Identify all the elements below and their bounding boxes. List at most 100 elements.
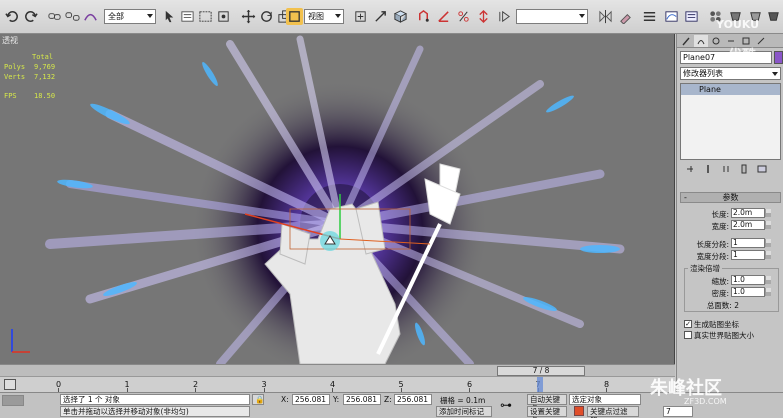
selection-status: 选择了 1 个 对象 bbox=[60, 394, 250, 405]
viewport-label[interactable]: 透视 bbox=[2, 35, 18, 46]
modify-tab-icon[interactable] bbox=[694, 35, 708, 47]
real-world-checkbox[interactable] bbox=[684, 331, 692, 339]
set-key-icon[interactable] bbox=[574, 406, 584, 416]
object-name-field[interactable]: Plane07 bbox=[680, 51, 772, 64]
fps-label: FPS bbox=[4, 92, 17, 100]
density-spinner[interactable]: 1.0 bbox=[731, 287, 771, 297]
x-label: X: bbox=[281, 395, 289, 404]
width-spinner[interactable]: 2.0m bbox=[731, 220, 771, 230]
auto-key-button[interactable]: 自动关键点 bbox=[527, 394, 567, 413]
mini-curve-editor-icon[interactable] bbox=[4, 379, 16, 390]
command-panel: Plane07 修改器列表 Plane - 参数 长度: 2.0m 宽度: 2.0… bbox=[676, 34, 783, 418]
reference-coord-value: 视图 bbox=[308, 12, 324, 21]
schematic-view-icon[interactable] bbox=[683, 8, 700, 25]
rect-selection-icon[interactable] bbox=[197, 8, 214, 25]
width-segs-label: 宽度分段: bbox=[696, 252, 729, 261]
width-label: 宽度: bbox=[711, 222, 729, 231]
grid-size-label: 栅格 = 0.1m bbox=[440, 396, 486, 405]
named-selection-dropdown[interactable] bbox=[516, 9, 588, 24]
link-icon[interactable] bbox=[46, 8, 63, 25]
y-coordinate-field[interactable]: 256.081 bbox=[343, 394, 381, 405]
hierarchy-tab-icon[interactable] bbox=[709, 35, 723, 47]
polys-value: 9,769 bbox=[34, 63, 56, 71]
key-filters-button[interactable]: 关键点过滤器... bbox=[587, 406, 639, 418]
snap-3d-icon[interactable] bbox=[415, 8, 432, 25]
app-window: 全部 视图 透视 Total Polys 9,769 Verts 7,132 F… bbox=[0, 0, 783, 418]
scale-spinner[interactable]: 1.0 bbox=[731, 275, 771, 285]
track-bar[interactable]: 012345678 bbox=[0, 376, 675, 393]
z-coordinate-field[interactable]: 256.081 bbox=[394, 394, 432, 405]
length-label: 长度: bbox=[711, 210, 729, 219]
maxscript-listener-button[interactable] bbox=[2, 395, 24, 406]
z-label: Z: bbox=[384, 395, 392, 404]
polys-label: Polys bbox=[4, 63, 26, 71]
length-segs-spinner[interactable]: 1 bbox=[731, 238, 771, 248]
modifier-list-dropdown[interactable]: 修改器列表 bbox=[680, 67, 781, 80]
stack-item-plane[interactable]: Plane bbox=[681, 84, 780, 95]
pivot-center-icon[interactable] bbox=[352, 8, 369, 25]
align-icon[interactable] bbox=[617, 8, 634, 25]
rotate-icon[interactable] bbox=[258, 8, 275, 25]
key-icon[interactable]: ⊶ bbox=[500, 398, 512, 412]
rollout-title: 参数 bbox=[722, 193, 739, 202]
youku-watermark: YOUKU bbox=[716, 18, 760, 31]
show-end-result-icon[interactable] bbox=[701, 163, 715, 175]
select-by-name-icon[interactable] bbox=[179, 8, 196, 25]
y-label: Y: bbox=[333, 395, 340, 404]
selected-object-dropdown[interactable]: 选定对象 bbox=[569, 394, 641, 405]
mirror-icon[interactable] bbox=[597, 8, 614, 25]
length-segs-label: 长度分段: bbox=[696, 240, 729, 249]
utilities-tab-icon[interactable] bbox=[754, 35, 768, 47]
object-color-swatch[interactable] bbox=[774, 51, 783, 64]
configure-modifier-sets-icon[interactable] bbox=[755, 163, 769, 175]
reference-coord-dropdown[interactable]: 视图 bbox=[304, 9, 344, 24]
create-tab-icon[interactable] bbox=[679, 35, 693, 47]
bind-spacewarp-icon[interactable] bbox=[82, 8, 99, 25]
length-spinner[interactable]: 2.0m bbox=[731, 208, 771, 218]
set-key-button[interactable]: 设置关键点 bbox=[527, 406, 567, 418]
stats-header: Total bbox=[32, 53, 54, 61]
layer-manager-icon[interactable] bbox=[641, 8, 658, 25]
make-unique-icon[interactable] bbox=[719, 163, 733, 175]
curve-editor-icon[interactable] bbox=[663, 8, 680, 25]
selection-filter-dropdown[interactable]: 全部 bbox=[104, 9, 156, 24]
select-manipulate-icon[interactable] bbox=[372, 8, 389, 25]
edit-named-selection-icon[interactable] bbox=[496, 8, 513, 25]
time-slider[interactable]: 7 / 8 bbox=[0, 364, 675, 376]
parameters-rollout-header[interactable]: - 参数 bbox=[680, 192, 781, 203]
move-icon[interactable] bbox=[240, 8, 257, 25]
remove-modifier-icon[interactable] bbox=[737, 163, 751, 175]
youku-watermark-cn: 优酷 bbox=[728, 48, 756, 64]
quick-render-icon[interactable] bbox=[765, 8, 782, 25]
render-multipliers-title: 渲染倍增 bbox=[688, 263, 722, 274]
pin-stack-icon[interactable] bbox=[683, 163, 697, 175]
fps-value: 18.50 bbox=[34, 92, 56, 100]
undo-icon[interactable] bbox=[4, 8, 21, 25]
real-world-label: 真实世界贴图大小 bbox=[694, 331, 754, 340]
unlink-icon[interactable] bbox=[64, 8, 81, 25]
world-axis bbox=[11, 329, 30, 353]
x-coordinate-field[interactable]: 256.081 bbox=[292, 394, 330, 405]
width-segs-spinner[interactable]: 1 bbox=[731, 250, 771, 260]
perspective-viewport[interactable]: 透视 Total Polys 9,769 Verts 7,132 FPS 18.50 bbox=[0, 34, 675, 364]
lock-selection-icon[interactable]: 🔒 bbox=[252, 394, 264, 405]
redo-icon[interactable] bbox=[22, 8, 39, 25]
current-frame-marker bbox=[537, 377, 543, 393]
window-crossing-icon[interactable] bbox=[215, 8, 232, 25]
time-slider-thumb[interactable]: 7 / 8 bbox=[497, 366, 585, 376]
select-and-squash-icon[interactable] bbox=[286, 8, 303, 25]
zf3d-url-watermark: ZF3D.COM bbox=[684, 397, 727, 406]
gen-mapping-checkbox[interactable]: ✓ bbox=[684, 320, 692, 328]
percent-snap-icon[interactable] bbox=[455, 8, 472, 25]
select-object-icon[interactable] bbox=[161, 8, 178, 25]
current-frame-field[interactable]: 7 bbox=[663, 406, 693, 417]
selection-filter-value: 全部 bbox=[108, 12, 124, 21]
angle-snap-icon[interactable] bbox=[435, 8, 452, 25]
spinner-snap-icon[interactable] bbox=[475, 8, 492, 25]
add-time-tag-button[interactable]: 添加时间标记 bbox=[436, 406, 492, 417]
keyboard-shortcut-icon[interactable] bbox=[392, 8, 409, 25]
modifier-stack[interactable]: Plane bbox=[680, 83, 781, 160]
modifier-list-label: 修改器列表 bbox=[683, 69, 723, 78]
scale-label: 缩放: bbox=[711, 277, 729, 286]
main-toolbar: 全部 视图 bbox=[0, 0, 783, 34]
